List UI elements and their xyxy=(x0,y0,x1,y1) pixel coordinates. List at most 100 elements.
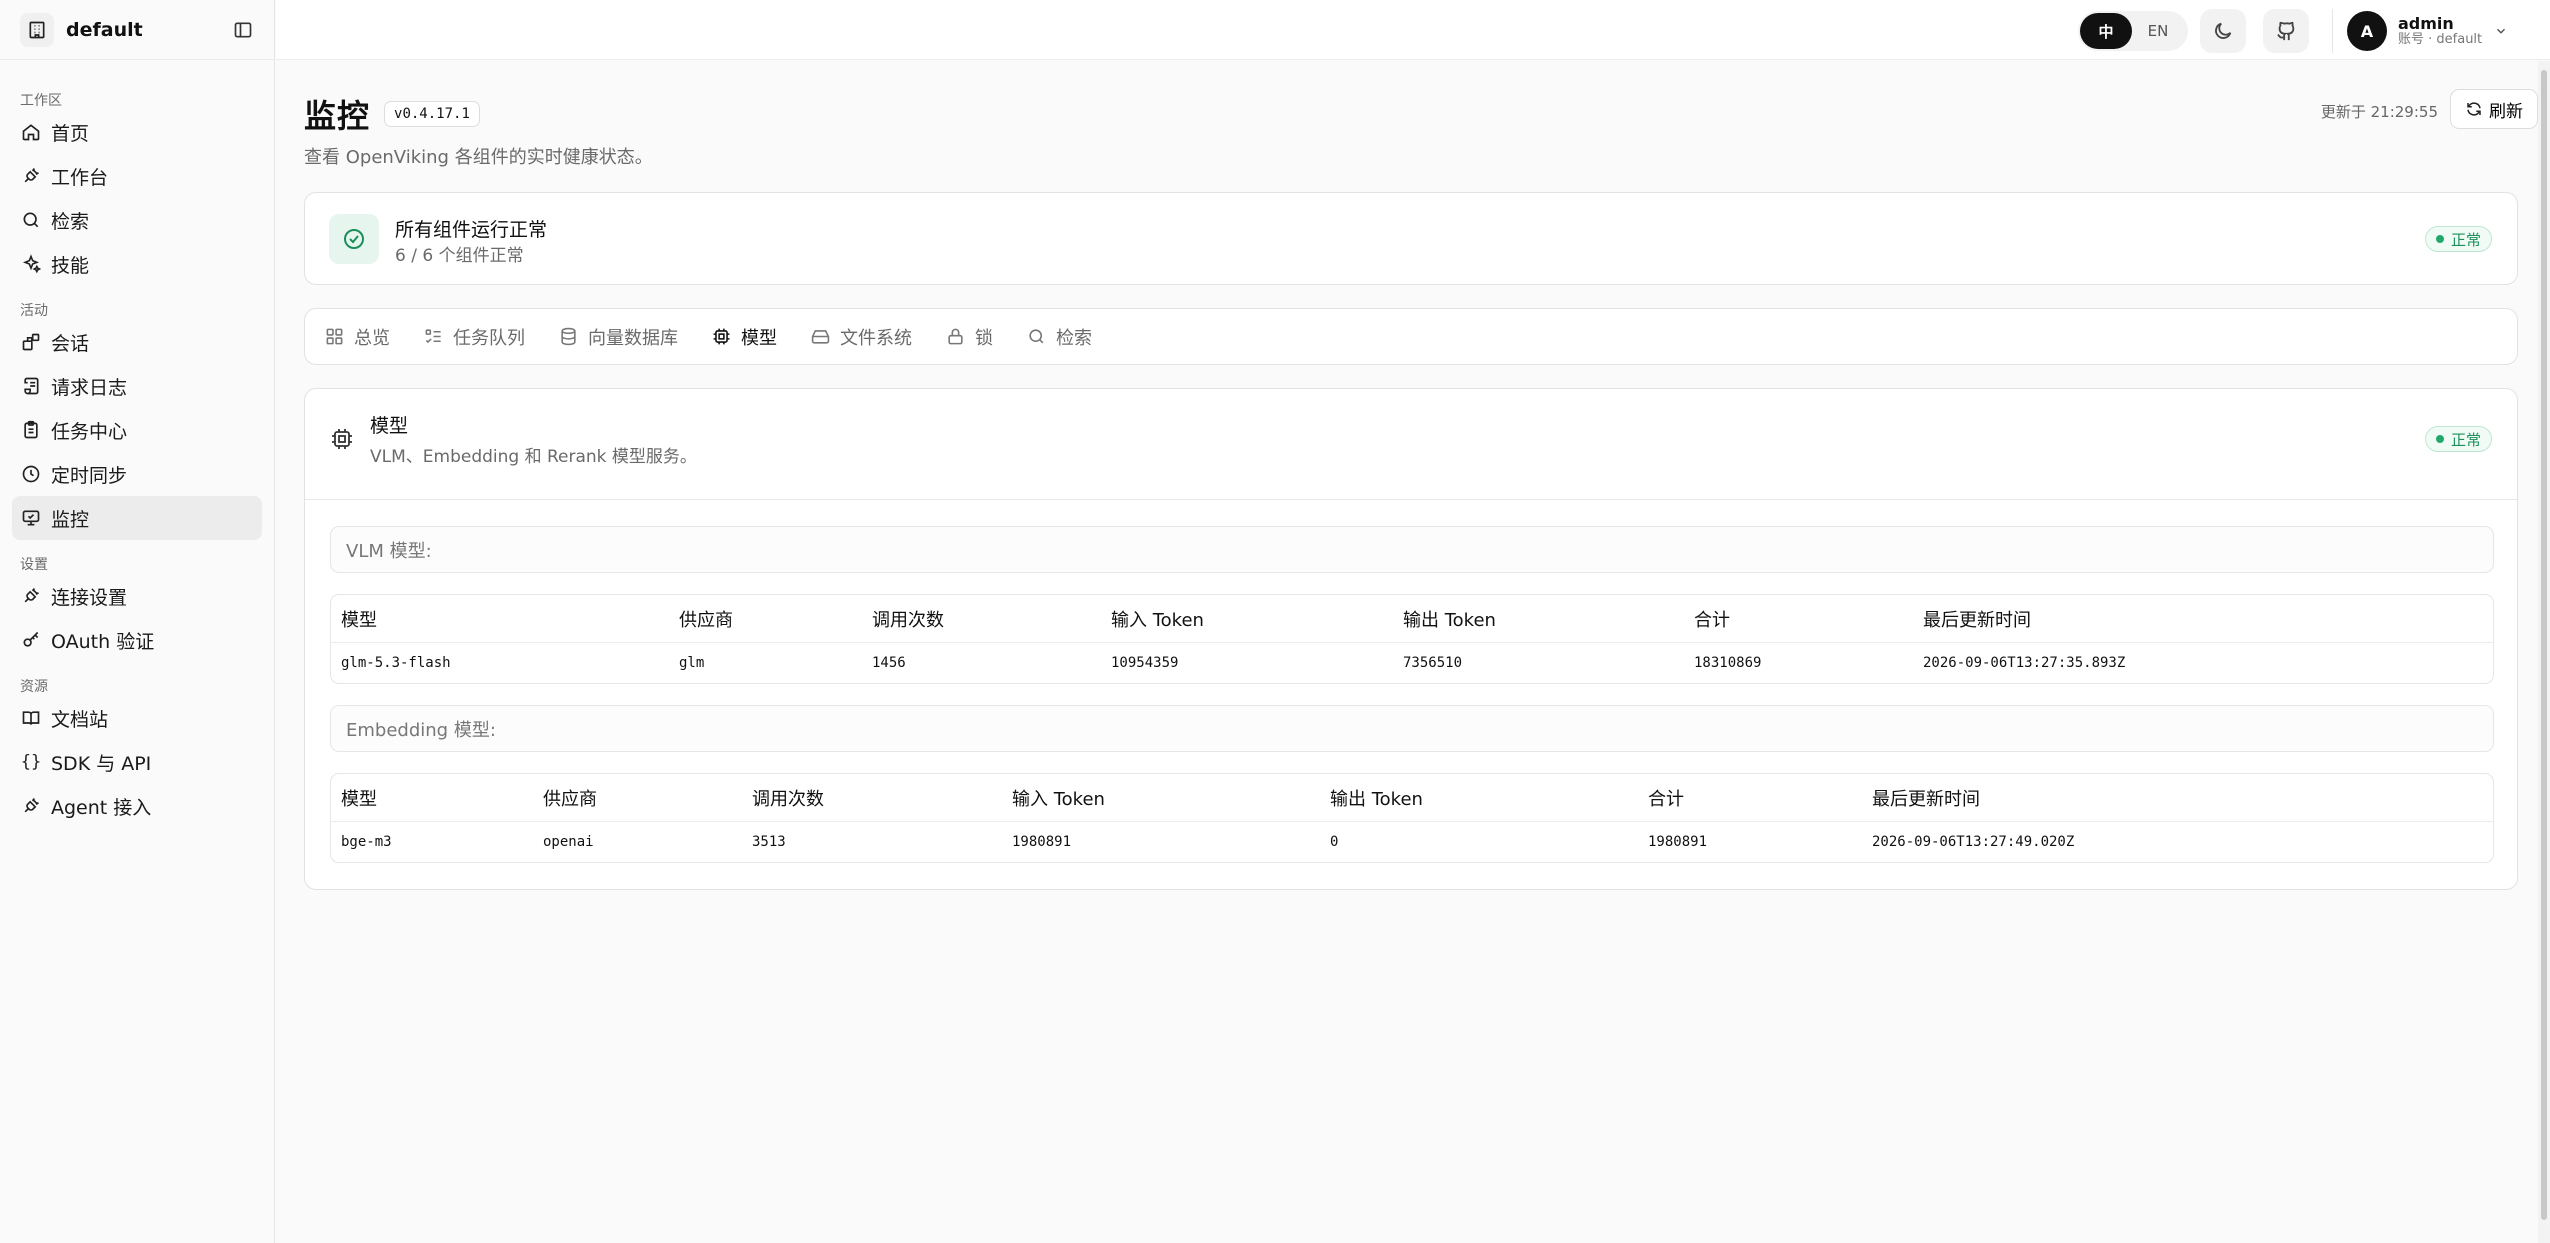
tab-task-queue[interactable]: 任务队列 xyxy=(424,324,525,350)
column-header: 最后更新时间 xyxy=(1872,788,1980,810)
moon-icon xyxy=(2215,22,2232,39)
sidebar-item-skills[interactable]: 技能 xyxy=(12,242,262,286)
user-name: admin xyxy=(2398,14,2454,34)
column-header: 输出 Token xyxy=(1330,788,1423,810)
lang-zh-button[interactable]: 中 xyxy=(2080,13,2132,49)
model-panel-header: 模型 VLM、Embedding 和 Rerank 模型服务。 正常 xyxy=(305,389,2517,500)
column-header: 输入 Token xyxy=(1012,788,1105,810)
summary-title: 所有组件运行正常 xyxy=(395,219,548,241)
page-subtitle: 查看 OpenViking 各组件的实时健康状态。 xyxy=(304,147,653,168)
column-header: 模型 xyxy=(341,788,377,810)
tab-label: 模型 xyxy=(741,327,777,349)
sidebar-item-label: 定时同步 xyxy=(51,464,128,487)
vlm-section-label: VLM 模型: xyxy=(330,526,2494,573)
scrollbar-thumb[interactable] xyxy=(2541,70,2547,1220)
version-badge: v0.4.17.1 xyxy=(384,101,480,127)
sidebar-item-label: 请求日志 xyxy=(51,376,128,399)
sidebar-item-label: 首页 xyxy=(51,122,90,145)
sidebar-item-monitor[interactable]: 监控 xyxy=(12,496,262,540)
cell-provider: glm xyxy=(679,655,705,671)
tab-label: 检索 xyxy=(1056,327,1092,349)
tab-overview[interactable]: 总览 xyxy=(325,324,390,350)
user-info: admin 账号 · default xyxy=(2398,15,2482,47)
sidebar-toggle-icon[interactable] xyxy=(232,19,254,41)
tab-vector-db[interactable]: 向量数据库 xyxy=(559,324,678,350)
tab-locks[interactable]: 锁 xyxy=(946,324,993,350)
sidebar-item-label: 文档站 xyxy=(51,708,109,731)
github-icon xyxy=(2277,21,2295,41)
status-badge: 正常 xyxy=(2424,226,2492,252)
sidebar-item-label: 监控 xyxy=(51,508,90,531)
sidebar-item-agent[interactable]: Agent 接入 xyxy=(12,784,262,828)
braces-icon: {} xyxy=(20,752,42,772)
book-icon xyxy=(21,708,41,728)
sidebar-item-label: Agent 接入 xyxy=(51,796,152,819)
nav-group-label: 工作区 xyxy=(20,93,62,109)
github-button[interactable] xyxy=(2263,9,2309,53)
plug-icon xyxy=(21,586,41,606)
cell-total: 18310869 xyxy=(1694,655,1762,671)
column-header: 供应商 xyxy=(543,788,597,810)
page-title: 监控 xyxy=(304,97,371,135)
chevron-down-icon xyxy=(2497,28,2506,34)
table-row: bge-m3 openai 3513 1980891 0 1980891 202… xyxy=(331,822,2493,862)
cell-input-tokens: 10954359 xyxy=(1111,655,1179,671)
search-icon xyxy=(1029,329,1044,344)
sidebar-item-label: 连接设置 xyxy=(51,586,128,609)
key-icon xyxy=(21,630,41,650)
sidebar-item-label: 检索 xyxy=(51,210,90,233)
sidebar-item-task-center[interactable]: 任务中心 xyxy=(12,408,262,452)
sidebar-item-docs[interactable]: 文档站 xyxy=(12,696,262,740)
tab-label: 文件系统 xyxy=(840,327,912,349)
sidebar-item-sessions[interactable]: 会话 xyxy=(12,320,262,364)
sidebar-item-search[interactable]: 检索 xyxy=(12,198,262,242)
tab-models[interactable]: 模型 xyxy=(712,324,777,350)
embedding-table: 模型 供应商 调用次数 输入 Token 输出 Token 合计 最后更新时间 … xyxy=(330,773,2494,863)
sidebar-item-label: 技能 xyxy=(51,254,90,277)
cell-provider: openai xyxy=(543,834,594,850)
sidebar-item-workbench[interactable]: 工作台 xyxy=(12,154,262,198)
tab-label: 锁 xyxy=(975,327,993,349)
column-header: 模型 xyxy=(341,609,377,631)
nav-group-label: 活动 xyxy=(20,303,48,319)
table-header-row: 模型 供应商 调用次数 输入 Token 输出 Token 合计 最后更新时间 xyxy=(331,774,2493,822)
health-summary-card: 所有组件运行正常 6 / 6 个组件正常 正常 xyxy=(304,192,2518,285)
column-header: 输入 Token xyxy=(1111,609,1204,631)
sidebar-item-connection-settings[interactable]: 连接设置 xyxy=(12,574,262,618)
sidebar-item-label: 工作台 xyxy=(51,166,109,189)
workspace-name[interactable]: default xyxy=(66,19,232,41)
plug-icon xyxy=(21,796,41,816)
tab-retrieval[interactable]: 检索 xyxy=(1027,324,1092,350)
tab-file-system[interactable]: 文件系统 xyxy=(811,324,912,350)
cell-model: glm-5.3-flash xyxy=(341,655,451,671)
refresh-label: 刷新 xyxy=(2489,101,2523,121)
model-panel-title: 模型 xyxy=(370,415,409,437)
user-account: 账号 · default xyxy=(2398,31,2483,47)
nav-group-label: 设置 xyxy=(20,557,48,573)
theme-toggle-button[interactable] xyxy=(2200,9,2246,53)
cell-output-tokens: 7356510 xyxy=(1403,655,1463,671)
refresh-button[interactable]: 刷新 xyxy=(2450,89,2538,129)
column-header: 合计 xyxy=(1694,609,1730,631)
sidebar-item-scheduled-sync[interactable]: 定时同步 xyxy=(12,452,262,496)
sparkles-icon xyxy=(21,254,41,274)
column-header: 合计 xyxy=(1648,788,1684,810)
lang-en-button[interactable]: EN xyxy=(2132,13,2184,49)
cell-calls: 1456 xyxy=(872,655,906,671)
sidebar-item-sdk-api[interactable]: {} SDK 与 API xyxy=(12,740,262,784)
sidebar-item-request-log[interactable]: 请求日志 xyxy=(12,364,262,408)
sidebar-item-oauth[interactable]: OAuth 验证 xyxy=(12,618,262,662)
cell-input-tokens: 1980891 xyxy=(1012,834,1072,850)
sidebar-item-home[interactable]: 首页 xyxy=(12,110,262,154)
tab-label: 总览 xyxy=(354,327,390,349)
monitor-tabs: 总览 任务队列 向量数据库 模型 文件系统 锁 检索 xyxy=(304,308,2518,365)
clock-icon xyxy=(21,464,41,484)
cell-updated: 2026-09-06T13:27:35.893Z xyxy=(1923,655,2126,671)
user-menu[interactable]: A admin 账号 · default xyxy=(2332,9,2508,53)
column-header: 最后更新时间 xyxy=(1923,609,2031,631)
column-header: 调用次数 xyxy=(752,788,824,810)
status-badge: 正常 xyxy=(2424,426,2492,452)
page-title-row: 监控 v0.4.17.1 xyxy=(304,91,480,137)
main-content: 监控 v0.4.17.1 查看 OpenViking 各组件的实时健康状态。 更… xyxy=(276,61,2538,1243)
model-panel: 模型 VLM、Embedding 和 Rerank 模型服务。 正常 VLM 模… xyxy=(304,388,2518,890)
